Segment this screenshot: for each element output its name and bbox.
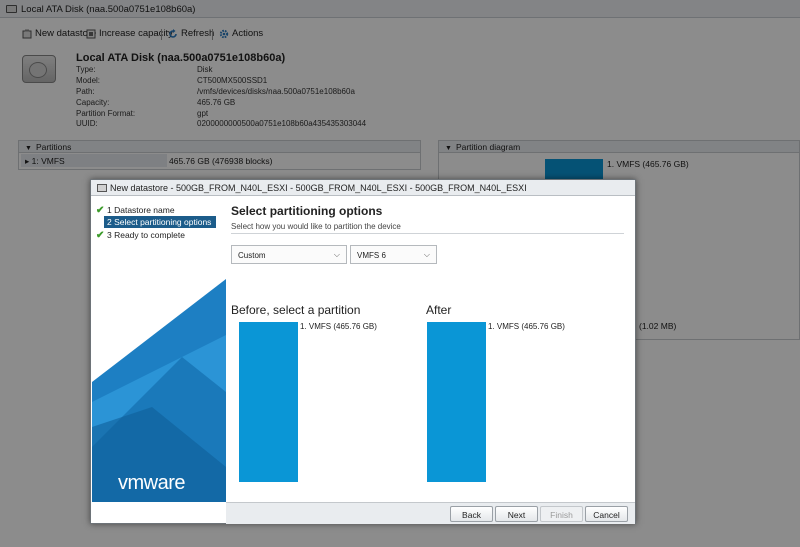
check-icon: ✔ — [96, 229, 105, 241]
after-partition-bar — [427, 322, 486, 482]
chevron-down-icon: ⌵ — [423, 250, 430, 259]
sidebar-graphic — [92, 279, 226, 502]
wizard-content: Select partitioning options Select how y… — [231, 197, 631, 502]
cancel-button[interactable]: Cancel — [585, 506, 628, 522]
before-partition-label: 1. VMFS (465.76 GB) — [300, 322, 377, 331]
dialog-footer: Back Next Finish Cancel — [226, 502, 635, 524]
wizard-step-datastore-name[interactable]: ✔ 1 Datastore name — [96, 204, 175, 216]
wizard-sidebar: ✔ 1 Datastore name 2 Select partitioning … — [92, 197, 226, 502]
wizard-step-partitioning[interactable]: 2 Select partitioning options — [104, 216, 216, 228]
divider — [231, 233, 624, 234]
before-partition-bar[interactable] — [239, 322, 298, 482]
step-label: 2 Select partitioning options — [107, 217, 212, 227]
vmware-logo: vmware — [118, 472, 186, 494]
next-button[interactable]: Next — [495, 506, 538, 522]
wizard-step-ready[interactable]: ✔ 3 Ready to complete — [96, 229, 185, 241]
partition-scheme-select[interactable]: Custom ⌵ — [231, 245, 347, 264]
page-title: Select partitioning options — [231, 204, 383, 218]
step-label: 1 Datastore name — [107, 205, 175, 215]
finish-button: Finish — [540, 506, 583, 522]
dialog-title: New datastore - 500GB_FROM_N40L_ESXI - 5… — [110, 183, 527, 193]
dialog-titlebar[interactable]: New datastore - 500GB_FROM_N40L_ESXI - 5… — [91, 180, 635, 196]
page-subtitle: Select how you would like to partition t… — [231, 222, 401, 231]
step-label: 3 Ready to complete — [107, 230, 185, 240]
filesystem-version-value: VMFS 6 — [357, 251, 386, 260]
after-title: After — [426, 303, 452, 317]
chevron-down-icon: ⌵ — [333, 250, 340, 259]
partition-scheme-value: Custom — [238, 251, 266, 260]
before-title: Before, select a partition — [231, 303, 361, 317]
new-datastore-dialog: New datastore - 500GB_FROM_N40L_ESXI - 5… — [90, 179, 636, 524]
after-partition-label: 1. VMFS (465.76 GB) — [488, 322, 565, 331]
filesystem-version-select[interactable]: VMFS 6 ⌵ — [350, 245, 437, 264]
check-icon: ✔ — [96, 204, 105, 216]
datastore-icon — [97, 184, 107, 192]
back-button[interactable]: Back — [450, 506, 493, 522]
